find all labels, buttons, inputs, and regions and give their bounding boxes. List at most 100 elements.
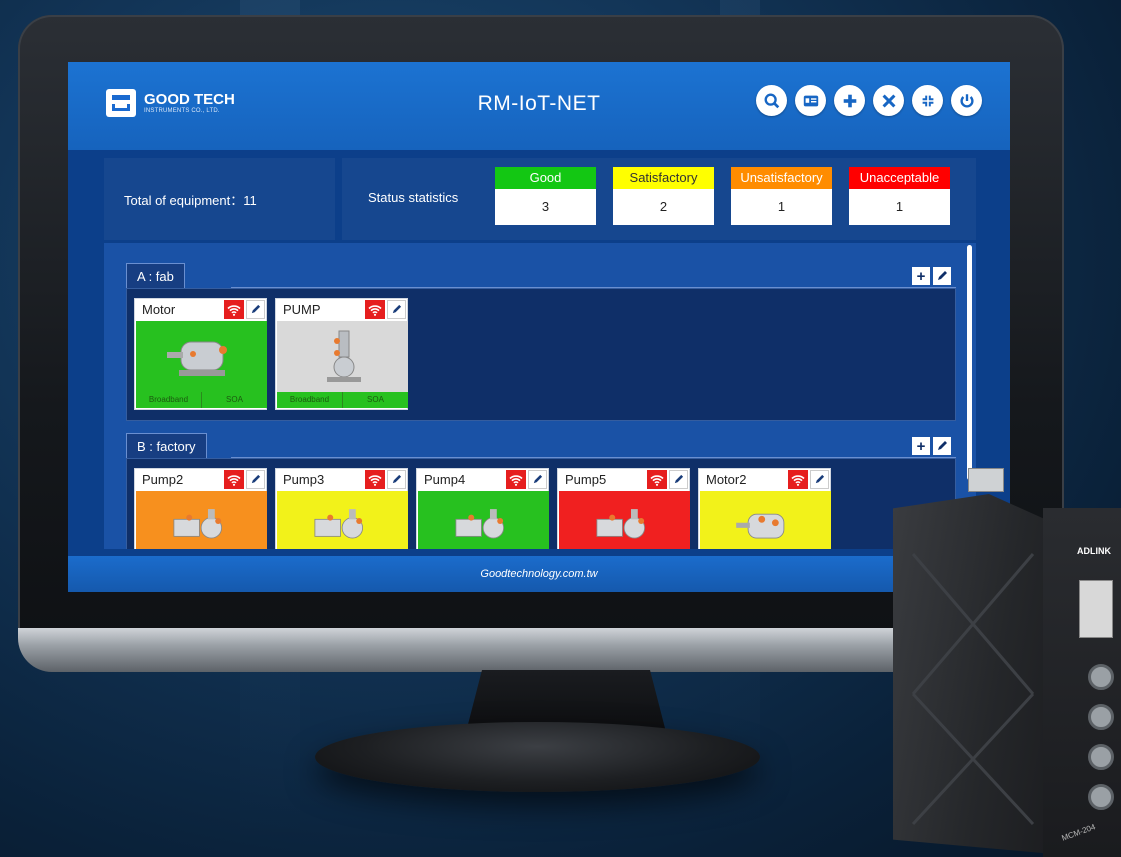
collapse-button[interactable] [912, 85, 943, 116]
group-tab-factory[interactable]: B : factory [126, 433, 207, 458]
edit-device-button[interactable] [528, 470, 547, 489]
tools-icon [882, 94, 895, 107]
group-actions: + [912, 437, 951, 455]
device-card[interactable]: PUMP Broadband SOA [275, 298, 408, 410]
pump-icon [326, 330, 361, 382]
pencil-icon [392, 304, 402, 314]
motor-icon [735, 513, 784, 539]
pencil-icon [938, 441, 947, 450]
device-card[interactable]: Pump3 [275, 468, 408, 549]
status-satisfactory-badge: Satisfactory 2 [613, 167, 714, 227]
pencil-icon [392, 474, 402, 484]
device-name: Pump3 [283, 472, 325, 487]
device-status-image [418, 491, 549, 549]
status-unsatisfactory-count: 1 [731, 189, 832, 225]
device-status-image [277, 491, 408, 549]
monitor-stand-base [315, 722, 760, 792]
pump-icon [172, 509, 222, 539]
device-name: Motor2 [706, 472, 747, 487]
toolbar [756, 85, 982, 116]
group-add-button[interactable]: + [912, 267, 930, 285]
device-card[interactable]: Motor Broadband SOA [134, 298, 267, 410]
device-pattern [911, 553, 1035, 826]
device-side-panel [893, 494, 1053, 854]
motor-icon [166, 341, 227, 376]
bnc-connector [1088, 664, 1114, 690]
add-button[interactable] [834, 85, 865, 116]
status-unacceptable-count: 1 [849, 189, 950, 225]
bnc-connector [1088, 784, 1114, 810]
edit-device-button[interactable] [387, 300, 406, 319]
group-edit-button[interactable] [933, 437, 951, 455]
scrollbar[interactable] [967, 245, 972, 480]
pencil-icon [251, 474, 261, 484]
device-name: Pump4 [424, 472, 466, 487]
device-footer: Broadband SOA [277, 392, 408, 408]
device-card[interactable]: Pump5 [557, 468, 690, 549]
search-button[interactable] [756, 85, 787, 116]
search-icon [764, 93, 779, 108]
pencil-icon [938, 271, 947, 280]
terminal-block [1079, 580, 1113, 638]
status-unsatisfactory-badge: Unsatisfactory 1 [731, 167, 832, 227]
footer-url[interactable]: Goodtechnology.com.tw [68, 556, 1010, 592]
status-good-count: 3 [495, 189, 596, 225]
status-good-label: Good [495, 167, 596, 189]
device-name: Pump2 [142, 472, 184, 487]
status-satisfactory-label: Satisfactory [613, 167, 714, 189]
pencil-icon [533, 474, 543, 484]
wifi-icon[interactable] [647, 470, 667, 489]
power-button[interactable] [951, 85, 982, 116]
group-add-button[interactable]: + [912, 437, 930, 455]
wifi-icon[interactable] [506, 470, 526, 489]
device-card[interactable]: Pump4 [416, 468, 549, 549]
status-statistics-box: Status statistics Good 3 Satisfactory 2 … [342, 158, 976, 240]
pencil-icon [815, 474, 825, 484]
group-edit-button[interactable] [933, 267, 951, 285]
device-brand: ADLINK [1077, 546, 1111, 556]
pencil-icon [674, 474, 684, 484]
device-status-image [559, 491, 690, 549]
edit-device-button[interactable] [810, 470, 829, 489]
broadband-label: Broadband [277, 392, 343, 408]
status-unacceptable-label: Unacceptable [849, 167, 950, 189]
wifi-icon[interactable] [365, 470, 385, 489]
edit-device-button[interactable] [246, 300, 265, 319]
iot-hardware-module: ADLINK MCM-204 [893, 468, 1121, 857]
device-status-image [136, 321, 267, 393]
device-status-image [136, 491, 267, 549]
wifi-icon[interactable] [224, 470, 244, 489]
device-card[interactable]: Pump2 [134, 468, 267, 549]
pump-icon [313, 509, 363, 539]
broadband-label: Broadband [136, 392, 202, 408]
device-card-button[interactable] [795, 85, 826, 116]
wifi-icon[interactable] [224, 300, 244, 319]
total-equipment-label: Total of equipment：11 [124, 193, 257, 208]
pencil-icon [251, 304, 261, 314]
device-footer: Broadband SOA [136, 392, 267, 408]
wifi-icon[interactable] [788, 470, 808, 489]
soa-label: SOA [226, 395, 243, 404]
edit-device-button[interactable] [246, 470, 265, 489]
status-statistics-label: Status statistics [368, 190, 459, 205]
group-tab-fab[interactable]: A : fab [126, 263, 185, 288]
pump-icon [595, 509, 645, 539]
device-name: PUMP [283, 302, 321, 317]
device-card[interactable]: Motor2 [698, 468, 831, 549]
tools-button[interactable] [873, 85, 904, 116]
wifi-icon[interactable] [365, 300, 385, 319]
bnc-connector [1088, 704, 1114, 730]
summary-row: Total of equipment：11 Status statistics … [104, 158, 976, 240]
soa-label: SOA [367, 395, 384, 404]
edit-device-button[interactable] [669, 470, 688, 489]
device-status-image [277, 321, 408, 393]
device-status-image [700, 491, 831, 549]
power-icon [959, 93, 974, 108]
top-bar: GOOD TECH INSTRUMENTS CO., LTD. RM-IoT-N… [68, 62, 1010, 150]
terminal-connector [968, 468, 1004, 492]
edit-device-button[interactable] [387, 470, 406, 489]
status-unacceptable-badge: Unacceptable 1 [849, 167, 950, 227]
group-actions: + [912, 267, 951, 285]
app-screen: GOOD TECH INSTRUMENTS CO., LTD. RM-IoT-N… [68, 62, 1010, 592]
status-satisfactory-count: 2 [613, 189, 714, 225]
